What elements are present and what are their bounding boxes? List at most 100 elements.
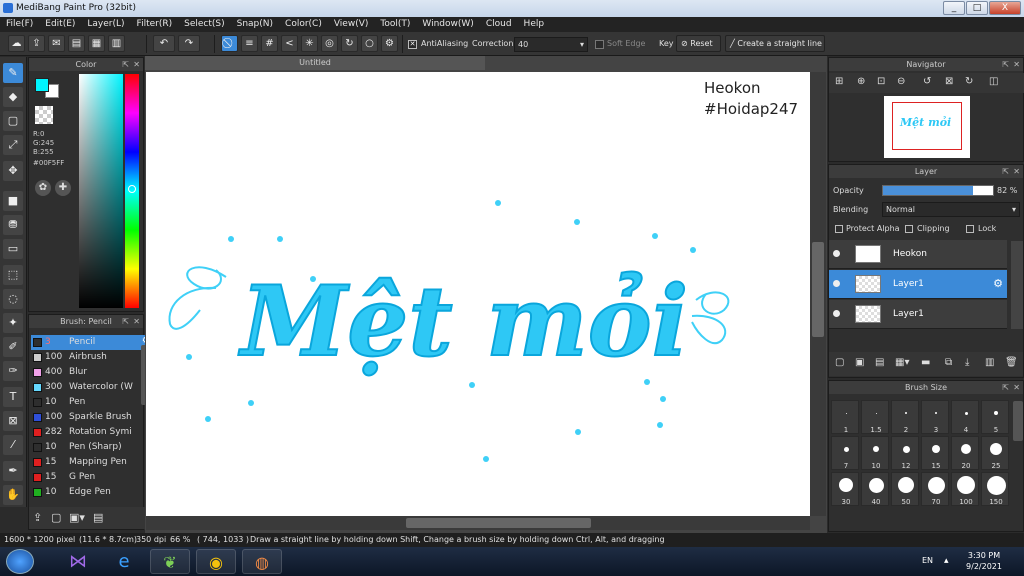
layer-row[interactable]: Layer1 ⚙ <box>829 270 1007 299</box>
new-8bit-layer-icon[interactable]: ▤ <box>875 357 884 368</box>
lock-checkbox[interactable] <box>966 225 974 233</box>
hand-tool-icon[interactable]: ✋ <box>3 485 23 505</box>
close-button[interactable]: X <box>989 1 1021 15</box>
saturation-value-picker[interactable] <box>79 74 123 308</box>
magic-wand-icon[interactable]: ✦ <box>3 313 23 333</box>
canvas[interactable]: Heokon #Hoidap247 Mệt mỏi <box>146 72 810 516</box>
brush-tool-icon[interactable]: ✎ <box>3 63 23 83</box>
select-tool-icon[interactable]: ⬚ <box>3 265 23 285</box>
brush-item[interactable]: 10 Pen (Sharp) <box>31 440 152 455</box>
zoom-actual-icon[interactable]: ⊡ <box>877 76 885 87</box>
medibang-taskbar-icon[interactable]: ◍ <box>242 549 282 574</box>
brush-size-cell[interactable]: 5 <box>981 400 1009 434</box>
snap-off-icon[interactable]: ⃠ <box>221 35 238 52</box>
select-pen-icon[interactable]: ✐ <box>3 337 23 357</box>
layer-settings-icon[interactable]: ▥ <box>985 357 994 368</box>
concentric-snap-icon[interactable]: ◎ <box>321 35 338 52</box>
brush-size-cell[interactable]: 12 <box>891 436 919 470</box>
brush-size-cell[interactable]: 30 <box>831 472 859 506</box>
new-brush-icon[interactable]: ▢ <box>51 511 61 524</box>
pin-icon[interactable]: ⇱ <box>122 58 129 71</box>
pin-icon[interactable]: ⇱ <box>1002 381 1009 394</box>
menu-file[interactable]: File(F) <box>0 17 39 32</box>
app-green-icon[interactable]: ❦ <box>150 549 190 574</box>
menu-edit[interactable]: Edit(E) <box>39 17 81 32</box>
radial-snap-icon[interactable]: ✳ <box>301 35 318 52</box>
export-icon[interactable]: ▥ <box>108 35 125 52</box>
brush-size-cell[interactable]: 1 <box>831 400 859 434</box>
brush-size-cell[interactable]: 4 <box>951 400 979 434</box>
horizontal-scroll-thumb[interactable] <box>406 518 591 528</box>
undo-icon[interactable]: ↶ <box>153 35 175 52</box>
close-icon[interactable]: ✕ <box>133 58 140 71</box>
brush-size-cell[interactable]: 7 <box>831 436 859 470</box>
foreground-color-swatch[interactable] <box>35 78 49 92</box>
share-icon[interactable]: ⇪ <box>28 35 45 52</box>
rotate-left-icon[interactable]: ↺ <box>923 76 931 87</box>
dot-tool-icon[interactable]: ▢ <box>3 111 23 131</box>
bucket-tool-icon[interactable]: ⛃ <box>3 215 23 235</box>
transform-tool-icon[interactable]: ✥ <box>3 161 23 181</box>
zoom-in-icon[interactable]: ⊕ <box>857 76 865 87</box>
brush-item[interactable]: 100 Sparkle Brush <box>31 410 152 425</box>
eyedropper-icon[interactable]: ⁄ <box>3 435 23 455</box>
rotate-right-icon[interactable]: ↻ <box>965 76 973 87</box>
flip-icon[interactable]: ◫ <box>989 76 998 87</box>
brush-item[interactable]: 3Pencil⚙ <box>31 335 152 350</box>
menu-view[interactable]: View(V) <box>328 17 375 32</box>
brush-size-cell[interactable]: 40 <box>861 472 889 506</box>
protect-alpha-checkbox[interactable] <box>835 225 843 233</box>
menu-cloud[interactable]: Cloud <box>480 17 518 32</box>
text-tool-icon[interactable]: T <box>3 387 23 407</box>
zoom-fit-icon[interactable]: ⊞ <box>835 76 843 87</box>
add-brush-icon[interactable]: ▣▾ <box>69 511 85 524</box>
eraser-tool-icon[interactable]: ◆ <box>3 87 23 107</box>
brush-item[interactable]: 282 Rotation Symi <box>31 425 152 440</box>
menu-help[interactable]: Help <box>518 17 551 32</box>
move-tool-icon[interactable]: ⤢ <box>3 135 23 155</box>
layer-row[interactable]: Heokon <box>829 240 1007 269</box>
brush-settings-icon[interactable]: ▤ <box>93 511 103 524</box>
merge-down-icon[interactable]: ⤓ <box>965 357 969 368</box>
brush-size-cell[interactable]: 15 <box>921 436 949 470</box>
brush-size-cell[interactable]: 10 <box>861 436 889 470</box>
visibility-icon[interactable] <box>833 250 840 257</box>
folder-icon[interactable]: ▬ <box>921 357 930 368</box>
new-halftone-layer-icon[interactable]: ▣ <box>855 357 864 368</box>
blending-select[interactable]: Normal ▾ <box>882 202 1020 217</box>
palette-icon[interactable]: ✿ <box>35 180 51 196</box>
horizontal-scrollbar[interactable] <box>146 516 810 530</box>
snap-settings-icon[interactable]: ⚙ <box>381 35 398 52</box>
parallel-snap-icon[interactable]: ≡ <box>241 35 258 52</box>
close-icon[interactable]: ✕ <box>1013 58 1020 71</box>
add-layer-menu-icon[interactable]: ▦▾ <box>895 357 909 368</box>
zoom-out-icon[interactable]: ⊖ <box>897 76 905 87</box>
brush-item[interactable]: 15 G Pen <box>31 470 152 485</box>
minimize-button[interactable]: _ <box>943 1 965 15</box>
brush-size-cell[interactable]: 25 <box>981 436 1009 470</box>
visual-studio-icon[interactable]: ⋈ <box>58 549 98 574</box>
palette-add-icon[interactable]: ✚ <box>55 180 71 196</box>
brush-size-cell[interactable]: 20 <box>951 436 979 470</box>
navigator-preview[interactable]: Mệt mỏi <box>884 96 970 158</box>
eyedropper-alt-icon[interactable]: ✒ <box>3 461 23 481</box>
delete-layer-icon[interactable]: 🗑 <box>1005 357 1018 368</box>
antialiasing-checkbox[interactable]: ✕ <box>408 40 417 49</box>
start-button[interactable] <box>6 549 34 574</box>
menu-color[interactable]: Color(C) <box>279 17 328 32</box>
brush-size-cell[interactable]: 2 <box>891 400 919 434</box>
reset-button[interactable]: ⊘ Reset <box>676 35 721 52</box>
brush-item[interactable]: 100 Airbrush <box>31 350 152 365</box>
brush-size-cell[interactable]: 3 <box>921 400 949 434</box>
gradient-tool-icon[interactable]: ▭ <box>3 239 23 259</box>
brush-size-scrollbar[interactable] <box>1013 401 1023 441</box>
vanishing-point-icon[interactable]: < <box>281 35 298 52</box>
brush-size-cell[interactable]: 100 <box>951 472 979 506</box>
brush-size-cell[interactable]: 150 <box>981 472 1009 506</box>
menu-tool[interactable]: Tool(T) <box>374 17 416 32</box>
brush-size-cell[interactable]: 1.5 <box>861 400 889 434</box>
fit-window-icon[interactable]: ⊠ <box>945 76 953 87</box>
hue-handle[interactable] <box>128 185 136 193</box>
brush-size-cell[interactable]: 70 <box>921 472 949 506</box>
soft-edge-checkbox[interactable] <box>595 40 604 49</box>
